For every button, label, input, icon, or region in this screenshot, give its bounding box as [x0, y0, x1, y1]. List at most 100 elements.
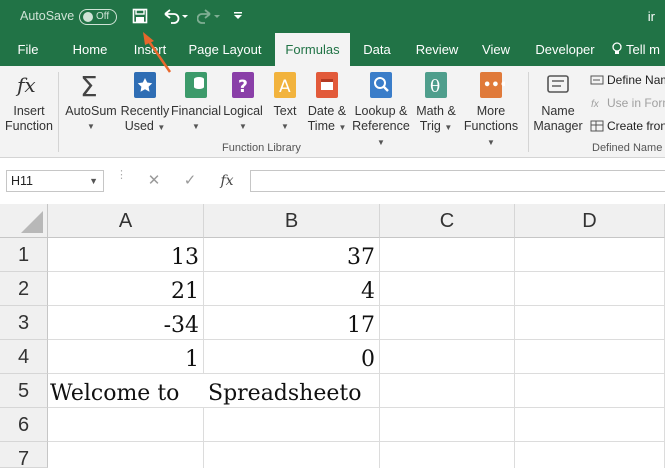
tab-file[interactable]: File [8, 33, 48, 66]
tab-home[interactable]: Home [64, 33, 116, 66]
svg-text:fx: fx [591, 99, 600, 109]
column-header-a[interactable]: A [48, 204, 204, 238]
autosum-button[interactable]: Σ AutoSum ▼ [63, 70, 119, 134]
column-header-c[interactable]: C [380, 204, 515, 238]
more-functions-label-2: Functions ▼ [463, 119, 519, 147]
resize-handle[interactable]: ⋮ [116, 170, 127, 181]
insert-function-fx-button[interactable]: fx [213, 170, 241, 192]
formula-input[interactable] [250, 170, 665, 192]
select-all-button[interactable] [0, 204, 48, 238]
tab-insert[interactable]: Insert [128, 33, 172, 66]
row-header-1[interactable]: 1 [0, 238, 48, 272]
cell-c4[interactable] [380, 340, 515, 374]
fx-icon: fx [15, 73, 36, 97]
use-in-formula-button[interactable]: fx Use in Form [590, 94, 665, 112]
lookup-reference-button[interactable]: Lookup & Reference ▼ [349, 70, 413, 150]
cell-b7[interactable] [204, 442, 380, 468]
cell-c5[interactable] [380, 374, 515, 408]
customize-toolbar-button[interactable] [230, 5, 246, 27]
insert-function-button[interactable]: fx Insert Function [4, 70, 54, 134]
chevron-down-icon: ▼ [87, 122, 95, 131]
cell-b4[interactable]: 0 [204, 340, 380, 374]
cell-c1[interactable] [380, 238, 515, 272]
autosum-label: AutoSum [65, 104, 117, 118]
row-header-6[interactable]: 6 [0, 408, 48, 442]
sigma-icon: Σ [80, 70, 98, 100]
tab-page-layout[interactable]: Page Layout [184, 33, 266, 66]
date-time-button[interactable]: Date & Time ▼ [305, 70, 349, 135]
tab-review[interactable]: Review [410, 33, 464, 66]
ribbon-tabs: File Home Insert Page Layout Formulas Da… [0, 33, 665, 66]
row-header-2[interactable]: 2 [0, 272, 48, 306]
enter-button[interactable]: ✓ [176, 170, 204, 192]
cell-d5[interactable] [515, 374, 665, 408]
cell-b1[interactable]: 37 [204, 238, 380, 272]
cell-a4[interactable]: 1 [48, 340, 204, 374]
cell-c7[interactable] [380, 442, 515, 468]
cell-d2[interactable] [515, 272, 665, 306]
tab-view[interactable]: View [474, 33, 518, 66]
name-manager-button[interactable]: Name Manager [532, 70, 584, 134]
cell-c6[interactable] [380, 408, 515, 442]
svg-text:θ: θ [430, 77, 440, 97]
more-functions-label-1: More [476, 104, 506, 118]
row-header-7[interactable]: 7 [0, 442, 48, 468]
name-box[interactable]: H11 ▼ [6, 170, 104, 192]
save-button[interactable] [128, 5, 152, 27]
cell-c3[interactable] [380, 306, 515, 340]
row-header-4[interactable]: 4 [0, 340, 48, 374]
cell-a3[interactable]: -34 [48, 306, 204, 340]
star-book-icon [134, 72, 156, 98]
define-name-label: Define Nam [607, 73, 665, 87]
redo-button[interactable] [195, 5, 223, 27]
recently-used-button[interactable]: Recently Used ▼ [119, 70, 171, 135]
column-header-d[interactable]: D [515, 204, 665, 238]
recently-used-label-1: Recently [120, 104, 170, 118]
row-header-3[interactable]: 3 [0, 306, 48, 340]
cell-b5[interactable]: Spreadsheeto [204, 374, 380, 408]
column-header-b[interactable]: B [204, 204, 380, 238]
text-book-icon: A [274, 72, 296, 98]
tab-formulas[interactable]: Formulas [275, 33, 350, 66]
calendar-book-icon [316, 72, 338, 98]
text-button[interactable]: A Text ▼ [265, 70, 305, 134]
define-name-button[interactable]: Define Nam [590, 71, 665, 89]
cell-b3[interactable]: 17 [204, 306, 380, 340]
formulas-ribbon: fx Insert Function Σ AutoSum ▼ Recently … [0, 66, 665, 158]
recently-used-label-2: Used ▼ [124, 119, 166, 133]
cell-d6[interactable] [515, 408, 665, 442]
create-from-selection-button[interactable]: Create fron [590, 117, 665, 135]
cell-d7[interactable] [515, 442, 665, 468]
magnifier-book-icon [370, 72, 392, 98]
cell-a1[interactable]: 13 [48, 238, 204, 272]
tab-developer[interactable]: Developer [530, 33, 600, 66]
cell-a7[interactable] [48, 442, 204, 468]
cell-d4[interactable] [515, 340, 665, 374]
use-in-formula-label: Use in Form [607, 96, 665, 110]
cell-d3[interactable] [515, 306, 665, 340]
more-book-icon: ••• [480, 72, 505, 98]
cell-a2[interactable]: 21 [48, 272, 204, 306]
cell-c2[interactable] [380, 272, 515, 306]
insert-function-label-2: Function [5, 119, 53, 133]
toggle-knob [83, 12, 93, 22]
cell-a6[interactable] [48, 408, 204, 442]
tab-data[interactable]: Data [356, 33, 398, 66]
tab-tell-me[interactable]: Tell m [612, 33, 665, 66]
math-trig-label-1: Math & [416, 104, 456, 118]
svg-text:Σ: Σ [80, 70, 98, 100]
cell-d1[interactable] [515, 238, 665, 272]
date-time-label-2: Time ▼ [307, 119, 347, 133]
cell-b2[interactable]: 4 [204, 272, 380, 306]
financial-button[interactable]: Financial ▼ [171, 70, 221, 134]
row-header-5[interactable]: 5 [0, 374, 48, 408]
undo-button[interactable] [160, 5, 190, 27]
cancel-button[interactable]: ✕ [140, 170, 168, 192]
cell-a5[interactable]: Welcome to [48, 374, 204, 408]
more-functions-button[interactable]: ••• More Functions ▼ [459, 70, 523, 150]
math-trig-button[interactable]: θ Math & Trig ▼ [413, 70, 459, 135]
logical-button[interactable]: ? Logical ▼ [221, 70, 265, 134]
autosave-toggle[interactable]: Off [79, 9, 117, 25]
cell-b6[interactable] [204, 408, 380, 442]
name-manager-label-1: Name [541, 104, 575, 118]
